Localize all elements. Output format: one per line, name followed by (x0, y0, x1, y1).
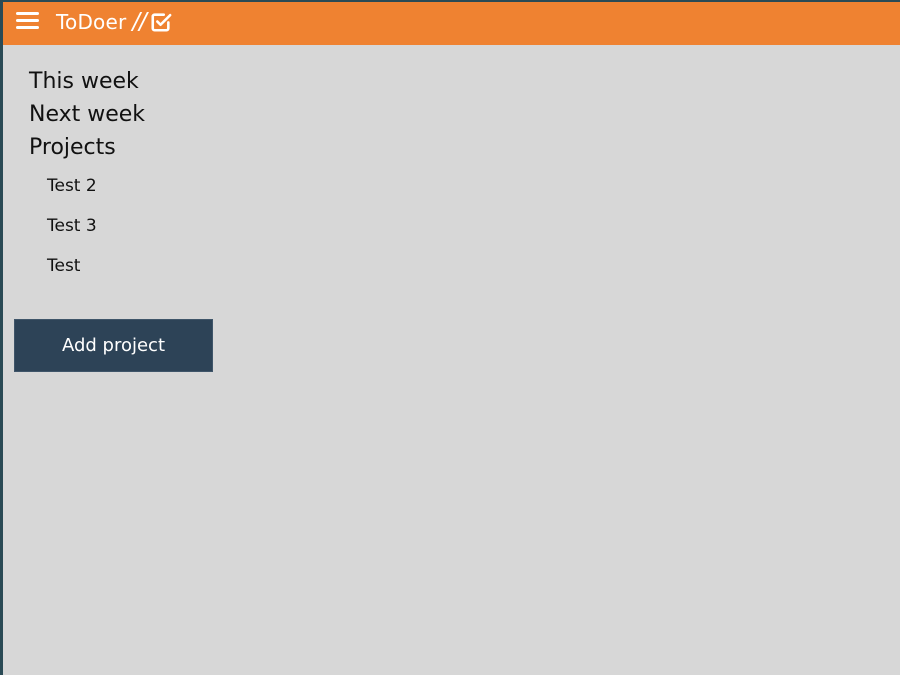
checkbox-icon (151, 13, 172, 32)
app-title: ToDoer (56, 10, 127, 34)
top-bar: ToDoer // (3, 2, 900, 45)
nav-item-this-week[interactable]: This week (29, 65, 145, 98)
sidebar-nav: This week Next week Projects (29, 65, 145, 164)
hamburger-menu-icon[interactable] (15, 10, 41, 32)
nav-item-projects[interactable]: Projects (29, 131, 145, 164)
menu-line (16, 12, 39, 15)
project-item-test-3[interactable]: Test 3 (47, 210, 97, 250)
nav-item-next-week[interactable]: Next week (29, 98, 145, 131)
menu-line (16, 26, 39, 29)
project-item-test-2[interactable]: Test 2 (47, 170, 97, 210)
projects-list: Test 2 Test 3 Test (47, 170, 97, 290)
menu-line (16, 19, 39, 22)
app-brand: ToDoer // (56, 8, 172, 36)
brand-slashes: // (132, 9, 146, 35)
add-project-button[interactable]: Add project (14, 319, 213, 372)
project-item-test[interactable]: Test (47, 250, 97, 290)
app-window: ToDoer // This week Next week Projects T… (3, 2, 900, 675)
